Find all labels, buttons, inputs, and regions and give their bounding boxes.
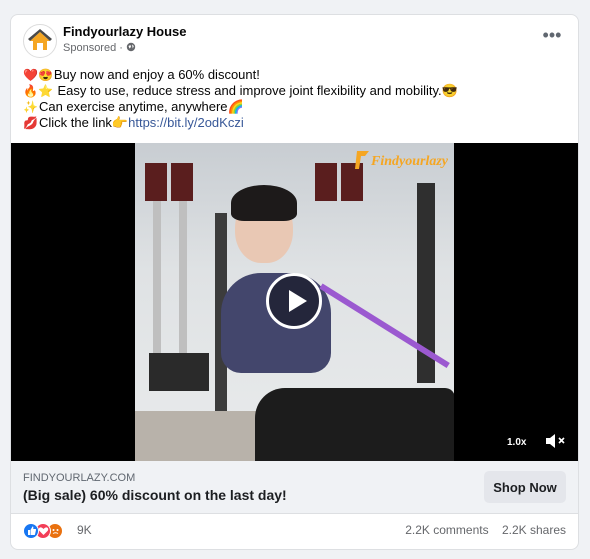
post-line: ❤️😍Buy now and enjoy a 60% discount! (23, 67, 566, 83)
volume-muted-icon[interactable] (545, 432, 567, 450)
link-domain: FINDYOURLAZY.COM (23, 472, 136, 484)
post-text: ❤️😍Buy now and enjoy a 60% discount! 🔥⭐ … (23, 67, 566, 131)
shop-now-button[interactable]: Shop Now (484, 471, 566, 503)
post-link[interactable]: https://bit.ly/2odKczi (128, 115, 244, 130)
post-stats: 2.2K comments 2.2K shares (405, 523, 566, 537)
house-logo-icon (28, 29, 52, 50)
rack-pole (179, 201, 187, 361)
sponsored-label: Sponsored · (63, 42, 136, 54)
dumbbell-shape (315, 163, 337, 201)
dumbbell-shape (145, 163, 167, 201)
post-line-text: Can exercise anytime, anywhere🌈 (38, 99, 244, 114)
post-line-emoji: ✨ (23, 100, 38, 114)
post-line-emoji: 🔥⭐ (23, 84, 53, 98)
shares-count[interactable]: 2.2K shares (502, 523, 566, 537)
sponsored-text: Sponsored · (63, 42, 123, 54)
person-leggings (255, 388, 454, 461)
dumbbell-shape (171, 163, 193, 201)
sponsored-post-card: Findyourlazy House Sponsored · ••• ❤️😍Bu… (10, 14, 579, 550)
post-line-text: Easy to use, reduce stress and improve j… (53, 83, 458, 98)
video-player[interactable]: Findyourlazy 1.0x (11, 143, 578, 461)
page-name[interactable]: Findyourlazy House (63, 24, 187, 39)
post-line-emoji: ❤️😍 (23, 68, 53, 82)
post-footer: 9K 2.2K comments 2.2K shares (23, 513, 566, 549)
rack-pole (153, 201, 161, 361)
reaction-count[interactable]: 9K (77, 523, 92, 537)
comments-count[interactable]: 2.2K comments (405, 523, 488, 537)
post-line-text: Click the link👉 (38, 115, 129, 130)
post-line-text: Buy now and enjoy a 60% discount! (53, 67, 260, 82)
link-headline: (Big sale) 60% discount on the last day! (23, 487, 287, 503)
page-avatar[interactable] (23, 24, 57, 58)
watermark-logo: Findyourlazy (355, 151, 449, 169)
post-header: Findyourlazy House Sponsored · ••• (23, 24, 566, 64)
watermark-text: Findyourlazy (370, 154, 449, 169)
more-options-button[interactable]: ••• (538, 24, 566, 52)
like-icon (23, 523, 39, 539)
playback-speed[interactable]: 1.0x (507, 437, 526, 448)
person-hair (231, 185, 297, 221)
post-line: 🔥⭐ Easy to use, reduce stress and improv… (23, 83, 566, 99)
weight-stack (149, 353, 209, 391)
post-line-emoji: 💋 (23, 116, 38, 130)
post-line: 💋Click the link👉https://bit.ly/2odKczi (23, 115, 566, 131)
globe-icon (126, 42, 136, 52)
play-button[interactable] (266, 273, 322, 329)
link-preview[interactable]: FINDYOURLAZY.COM (Big sale) 60% discount… (11, 461, 578, 514)
post-line: ✨Can exercise anytime, anywhere🌈 (23, 99, 566, 115)
